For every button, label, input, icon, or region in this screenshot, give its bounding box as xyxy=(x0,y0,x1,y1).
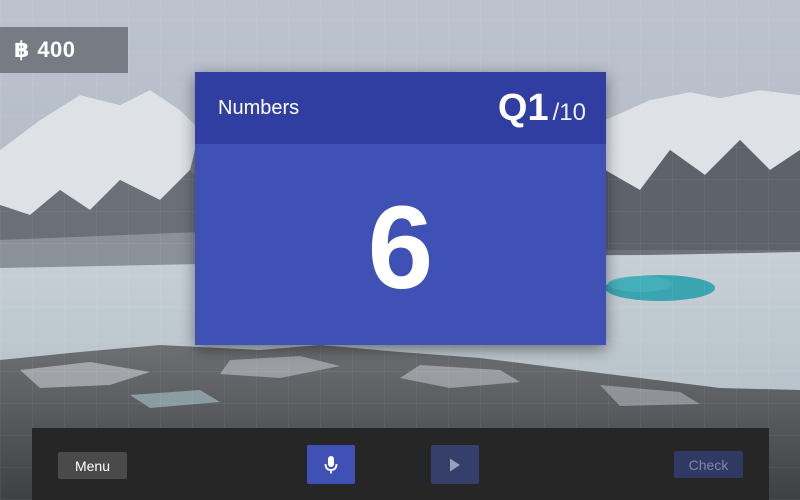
card-body: 6 xyxy=(195,144,606,345)
coin-count: 400 xyxy=(37,37,76,62)
play-button[interactable] xyxy=(431,445,479,484)
question-counter: Q1 / 10 xyxy=(498,87,586,130)
play-icon xyxy=(450,458,460,471)
coin-counter: ฿ 400 xyxy=(0,27,128,73)
question-total: 10 xyxy=(559,98,586,126)
card-header: Numbers Q1 / 10 xyxy=(195,72,606,144)
control-bar: Menu Check xyxy=(32,428,769,500)
baht-coin-icon: ฿ xyxy=(14,37,30,62)
microphone-icon xyxy=(324,455,338,473)
menu-button[interactable]: Menu xyxy=(58,452,127,479)
category-title: Numbers xyxy=(218,96,300,119)
check-button[interactable]: Check xyxy=(674,451,743,478)
question-prompt: 6 xyxy=(367,181,434,314)
question-card: Numbers Q1 / 10 6 xyxy=(195,72,606,345)
question-separator: / xyxy=(552,98,560,126)
microphone-button[interactable] xyxy=(307,445,355,484)
game-screen: ฿ 400 Numbers Q1 / 10 6 Menu Check xyxy=(0,0,800,500)
question-current: Q1 xyxy=(497,86,549,129)
